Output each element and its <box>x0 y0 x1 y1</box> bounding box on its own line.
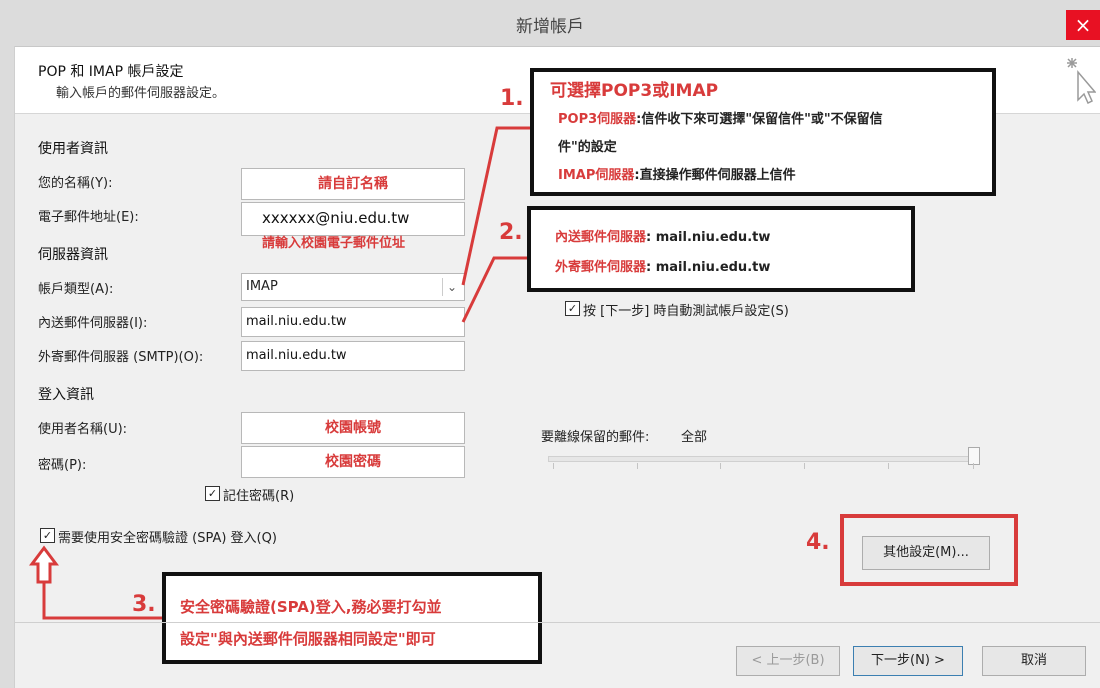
annotation-box-2 <box>527 206 915 292</box>
cancel-button[interactable]: 取消 <box>982 646 1086 676</box>
annotation-1-title: 可選擇POP3或IMAP <box>550 81 719 101</box>
up-arrow-icon <box>29 545 59 584</box>
annotation-3-line2: 設定"與內送郵件伺服器相同設定"即可 <box>180 630 436 648</box>
annotation-number-1: 1. <box>500 86 524 111</box>
connector-1 <box>461 126 531 286</box>
annotation-number-4: 4. <box>806 530 830 555</box>
annotation-1-pop: POP3伺服器:信件收下來可選擇"保留信件"或"不保留信 <box>558 112 883 127</box>
annotation-number-2: 2. <box>499 220 523 245</box>
annotation-3-line1: 安全密碼驗證(SPA)登入,務必要打勾並 <box>180 598 442 616</box>
annotation-box-3 <box>162 572 542 664</box>
annotation-2-incoming: 內送郵件伺服器: mail.niu.edu.tw <box>555 230 771 245</box>
annotation-1-pop-cont: 件"的設定 <box>558 140 617 155</box>
back-button[interactable]: < 上一步(B) <box>736 646 840 676</box>
annotation-number-3: 3. <box>132 592 156 617</box>
next-button[interactable]: 下一步(N) > <box>853 646 963 676</box>
connector-2 <box>461 256 527 323</box>
annotation-1-imap: IMAP伺服器:直接操作郵件伺服器上信件 <box>558 168 796 183</box>
annotation-2-outgoing: 外寄郵件伺服器: mail.niu.edu.tw <box>555 260 771 275</box>
footer-separator <box>15 622 1100 623</box>
annotation-box-4 <box>840 514 1018 586</box>
